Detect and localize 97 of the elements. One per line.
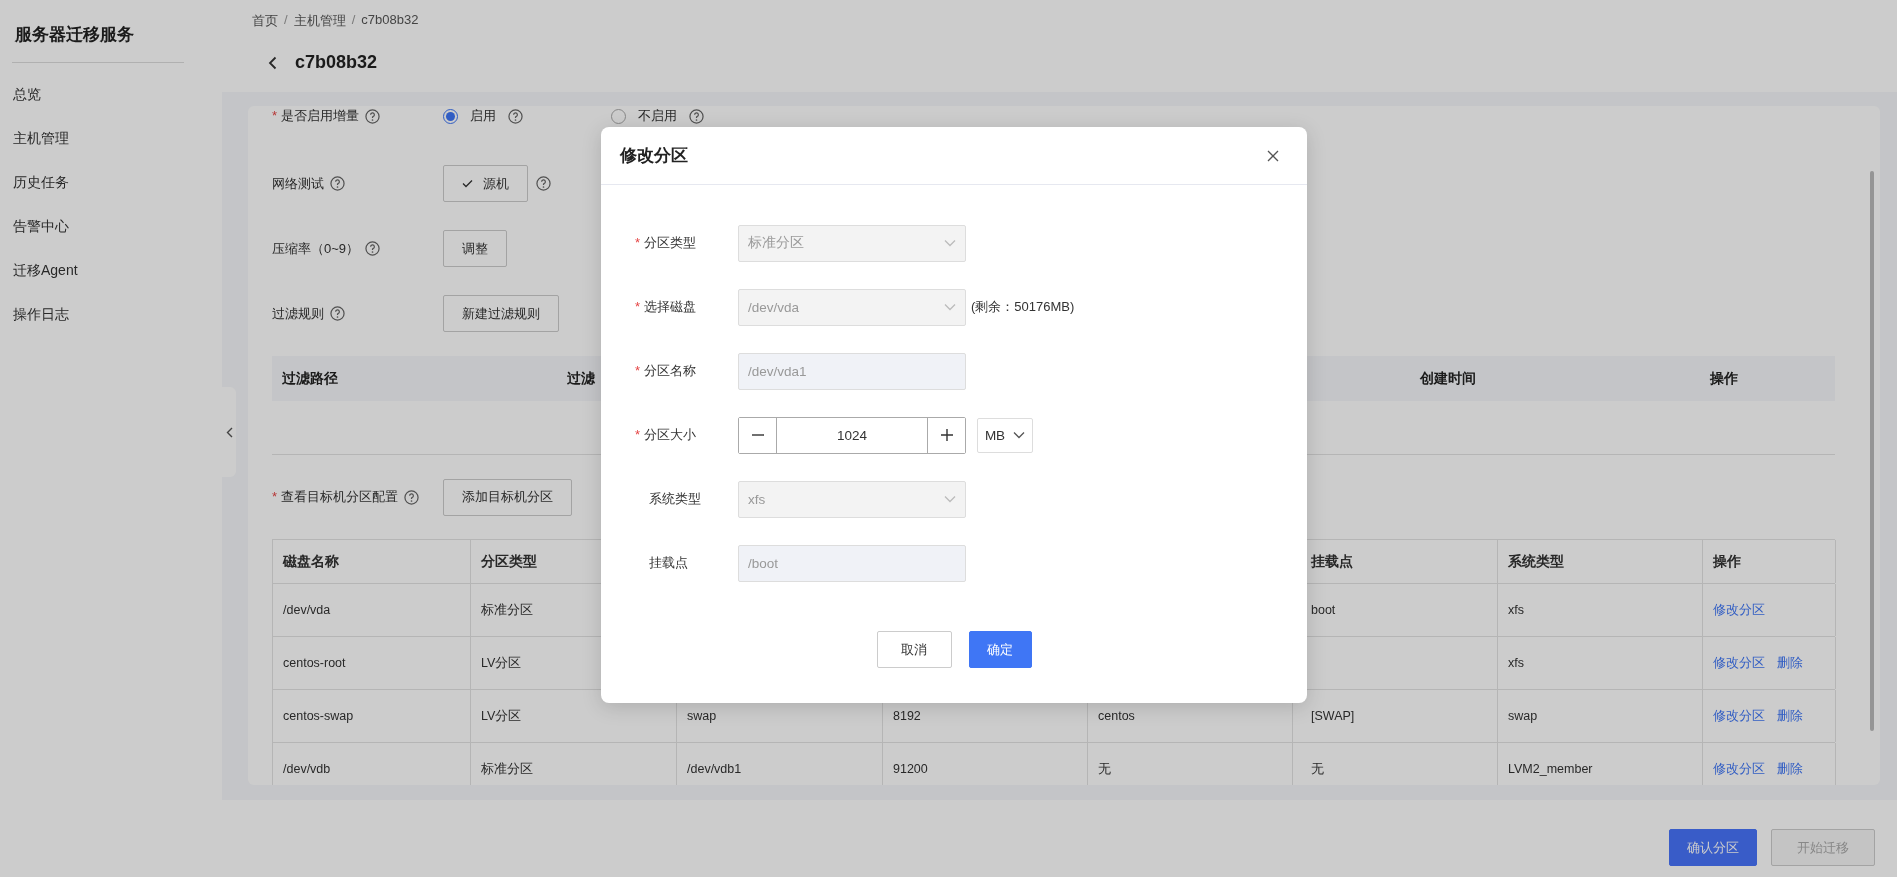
table-cell: swap bbox=[1508, 709, 1538, 723]
field-label: * 是否启用增量 bbox=[272, 107, 360, 125]
sidebar-item[interactable]: 告警中心 bbox=[12, 205, 210, 249]
action-link[interactable]: 修改分区 bbox=[1713, 654, 1765, 672]
action-link[interactable]: 删除 bbox=[1777, 707, 1803, 725]
table-cell: /dev/vdb bbox=[283, 762, 331, 776]
table-cell: LVM2_member bbox=[1508, 762, 1593, 776]
breadcrumb-item[interactable]: 首页 bbox=[252, 12, 278, 30]
chevron-down-icon bbox=[944, 239, 956, 247]
dialog-title: 修改分区 bbox=[620, 145, 688, 167]
action-link[interactable]: 删除 bbox=[1777, 760, 1803, 778]
table-cell: centos-swap bbox=[283, 709, 354, 723]
table-cell: boot bbox=[1311, 603, 1336, 617]
field-label: * 分区名称 bbox=[635, 362, 697, 380]
action-button[interactable]: 源机 bbox=[443, 165, 528, 202]
help-icon[interactable] bbox=[330, 176, 345, 191]
field-label: * 查看目标机分区配置 bbox=[272, 488, 399, 506]
remaining-note: (剩余：50176MB) bbox=[971, 298, 1075, 316]
table-cell: 标准分区 bbox=[481, 601, 533, 619]
help-icon[interactable] bbox=[365, 241, 381, 256]
field-label: 过滤规则 bbox=[272, 304, 324, 323]
field-label: 压缩率（0~9） bbox=[272, 239, 360, 258]
close-button[interactable] bbox=[1267, 149, 1279, 162]
radio-button[interactable] bbox=[611, 108, 626, 124]
column-header: 过滤路径 bbox=[281, 369, 339, 388]
column-header: 分区类型 bbox=[481, 552, 537, 571]
sidebar-item[interactable]: 历史任务 bbox=[12, 161, 210, 205]
add-partition-button[interactable]: 添加目标机分区 bbox=[443, 478, 572, 516]
table-cell: centos bbox=[1098, 709, 1135, 723]
close-icon bbox=[1267, 149, 1279, 162]
help-icon[interactable] bbox=[508, 108, 523, 124]
help-icon[interactable] bbox=[330, 306, 345, 321]
minus-icon bbox=[751, 434, 764, 436]
table-cell: LV分区 bbox=[481, 654, 522, 672]
table-cell: 标准分区 bbox=[481, 760, 533, 778]
scrollbar[interactable] bbox=[1870, 171, 1874, 731]
sidebar-item[interactable]: 总览 bbox=[12, 73, 210, 117]
table-cell: /dev/vda bbox=[283, 603, 331, 617]
page-title: c7b08b32 bbox=[295, 52, 378, 73]
field-label: 挂载点 bbox=[648, 554, 688, 572]
table-cell: xfs bbox=[1508, 656, 1524, 670]
table-cell: /dev/vdb1 bbox=[687, 762, 742, 776]
chevron-down-icon bbox=[944, 303, 956, 311]
column-header: 挂载点 bbox=[1311, 552, 1353, 571]
back-icon[interactable] bbox=[268, 55, 277, 70]
help-icon[interactable] bbox=[536, 176, 551, 191]
field-label: * 选择磁盘 bbox=[635, 298, 697, 316]
field-label: 网络测试 bbox=[272, 174, 324, 193]
field-label: * 分区类型 bbox=[635, 234, 697, 252]
chevron-left-icon bbox=[225, 426, 233, 438]
footer-button[interactable]: 确认分区 bbox=[1669, 829, 1757, 866]
app-title: 服务器迁移服务 bbox=[14, 24, 135, 46]
table-cell: 无 bbox=[1311, 760, 1324, 778]
dialog-button[interactable]: 确定 bbox=[968, 631, 1032, 668]
dialog-button[interactable]: 取消 bbox=[876, 631, 952, 668]
action-button[interactable]: 新建过滤规则 bbox=[443, 295, 559, 332]
action-link[interactable]: 修改分区 bbox=[1713, 601, 1765, 619]
column-header: 过滤 bbox=[566, 369, 596, 388]
unit-select[interactable]: MB bbox=[977, 417, 1033, 453]
column-header: 操作 bbox=[1713, 552, 1741, 571]
chevron-down-icon bbox=[1013, 431, 1026, 439]
sidebar-item[interactable]: 操作日志 bbox=[12, 293, 210, 337]
field-label: * 分区大小 bbox=[635, 426, 697, 444]
table-cell: [SWAP] bbox=[1311, 709, 1355, 723]
radio-label: 不启用 bbox=[638, 107, 677, 125]
collapse-handle[interactable] bbox=[222, 387, 236, 477]
column-header: 系统类型 bbox=[1508, 552, 1564, 571]
chevron-down-icon bbox=[944, 495, 956, 503]
help-icon[interactable] bbox=[689, 108, 704, 124]
plus-icon bbox=[940, 429, 953, 441]
column-header: 创建时间 bbox=[1419, 369, 1477, 388]
column-header: 磁盘名称 bbox=[283, 552, 339, 571]
sidebar-item[interactable]: 主机管理 bbox=[12, 117, 210, 161]
breadcrumb-separator: / bbox=[351, 12, 356, 29]
radio-label: 启用 bbox=[470, 107, 496, 125]
action-link[interactable]: 修改分区 bbox=[1713, 707, 1765, 725]
table-cell: 8192 bbox=[893, 709, 921, 723]
help-icon[interactable] bbox=[365, 108, 381, 124]
check-icon bbox=[462, 179, 473, 188]
radio-button[interactable] bbox=[443, 108, 458, 124]
number-field[interactable]: 1024 bbox=[738, 416, 966, 454]
breadcrumb-item: c7b08b32 bbox=[361, 12, 419, 29]
table-cell: swap bbox=[687, 709, 717, 723]
table-cell: centos-root bbox=[283, 656, 346, 670]
table-cell: xfs bbox=[1508, 603, 1524, 617]
action-link[interactable]: 修改分区 bbox=[1713, 760, 1765, 778]
table-cell: 无 bbox=[1098, 760, 1111, 778]
help-icon[interactable] bbox=[404, 489, 420, 505]
breadcrumb-separator: / bbox=[284, 12, 288, 29]
table-cell: LV分区 bbox=[481, 707, 522, 725]
action-button[interactable]: 调整 bbox=[443, 230, 507, 267]
sidebar-item[interactable]: 迁移Agent bbox=[12, 249, 210, 293]
action-link[interactable]: 删除 bbox=[1777, 654, 1803, 672]
field-label: 系统类型 bbox=[648, 490, 701, 508]
breadcrumb-item[interactable]: 主机管理 bbox=[293, 12, 346, 30]
table-cell: 91200 bbox=[893, 762, 928, 776]
column-header: 操作 bbox=[1709, 369, 1739, 388]
